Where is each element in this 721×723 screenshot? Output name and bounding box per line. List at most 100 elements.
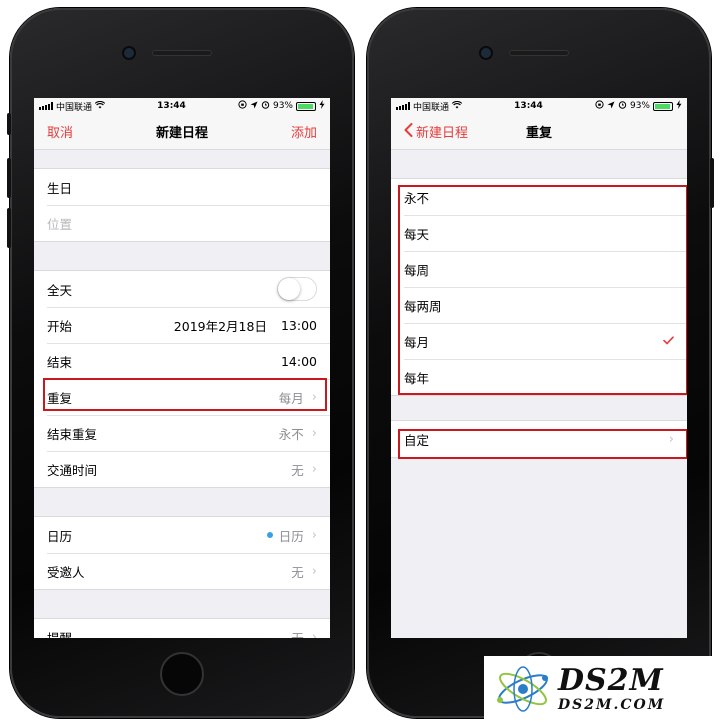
- end-row[interactable]: 结束 14:00: [34, 343, 330, 379]
- repeat-screen: 中国联通 13:44 93% 新建日程 重复 永不 每天 每周 每两周 每月 每…: [391, 98, 687, 638]
- front-camera: [481, 48, 491, 58]
- charging-icon: [319, 100, 325, 112]
- calendar-label: 日历: [47, 528, 73, 544]
- travel-time-label: 交通时间: [47, 462, 98, 478]
- option-label: 永不: [404, 190, 430, 206]
- alarm-icon: [618, 100, 627, 112]
- battery-icon: [653, 101, 673, 111]
- option-monthly[interactable]: 每月: [391, 323, 687, 359]
- status-time: 13:44: [514, 101, 543, 111]
- option-label: 每两周: [404, 298, 442, 314]
- custom-label: 自定: [404, 432, 430, 448]
- alarm-icon: [261, 100, 270, 112]
- title-location-group: 生日 位置: [34, 168, 330, 242]
- orientation-lock-icon: [595, 100, 604, 112]
- carrier-label: 中国联通: [413, 102, 450, 113]
- chevron-right-icon: ›: [668, 431, 674, 447]
- option-biweekly[interactable]: 每两周: [391, 287, 687, 323]
- charging-icon: [676, 100, 682, 112]
- earpiece-speaker: [509, 50, 569, 56]
- mute-switch: [7, 113, 11, 135]
- watermark-brand: DS2M: [558, 663, 664, 698]
- orientation-lock-icon: [238, 100, 247, 112]
- all-day-row: 全天: [34, 271, 330, 307]
- start-row[interactable]: 开始 2019年2月18日 13:00: [34, 307, 330, 343]
- all-day-label: 全天: [47, 282, 73, 298]
- chevron-right-icon: ›: [311, 461, 317, 477]
- battery-percent: 93%: [629, 101, 650, 111]
- invitees-label: 受邀人: [47, 564, 85, 580]
- start-date: 2019年2月18日: [173, 318, 267, 334]
- wifi-icon: [451, 100, 463, 112]
- alert-row[interactable]: 提醒 无 ›: [34, 619, 330, 639]
- page-title: 新建日程: [155, 126, 208, 141]
- wifi-icon: [94, 100, 106, 112]
- alert-label: 提醒: [47, 630, 73, 639]
- checkmark-icon: [663, 334, 674, 349]
- location-placeholder: 位置: [47, 216, 73, 232]
- repeat-row[interactable]: 重复 每月 ›: [34, 379, 330, 415]
- home-button[interactable]: [160, 652, 204, 696]
- carrier-label: 中国联通: [56, 102, 93, 113]
- chevron-right-icon: ›: [311, 527, 317, 543]
- repeat-value: 每月: [278, 390, 304, 406]
- earpiece-speaker: [152, 50, 212, 56]
- end-repeat-label: 结束重复: [47, 426, 98, 442]
- battery-percent: 93%: [272, 101, 293, 111]
- invitees-row[interactable]: 受邀人 无 ›: [34, 553, 330, 589]
- option-label: 每周: [404, 262, 430, 278]
- cancel-button[interactable]: 取消: [47, 122, 73, 141]
- end-repeat-row[interactable]: 结束重复 永不 ›: [34, 415, 330, 451]
- add-button[interactable]: 添加: [291, 122, 317, 141]
- end-label: 结束: [47, 354, 73, 370]
- option-daily[interactable]: 每天: [391, 215, 687, 251]
- right-phone: 中国联通 13:44 93% 新建日程 重复 永不 每天 每周 每两周 每月 每…: [367, 8, 714, 718]
- repeat-options-group: 永不 每天 每周 每两周 每月 每年: [391, 178, 687, 396]
- signal-icon: [39, 102, 53, 110]
- chevron-right-icon: ›: [311, 389, 317, 405]
- title-field[interactable]: 生日: [34, 169, 330, 205]
- volume-up-button: [7, 158, 11, 198]
- status-bar: 中国联通 13:44 93%: [391, 98, 687, 114]
- nav-bar: 取消 新建日程 添加: [34, 114, 330, 150]
- chevron-right-icon: ›: [311, 425, 317, 441]
- option-never[interactable]: 永不: [391, 179, 687, 215]
- custom-group: 自定 ›: [391, 420, 687, 458]
- custom-row[interactable]: 自定 ›: [391, 421, 687, 457]
- option-weekly[interactable]: 每周: [391, 251, 687, 287]
- calendar-color-dot: [266, 532, 273, 538]
- travel-time-value: 无: [291, 462, 304, 478]
- nav-bar: 新建日程 重复: [391, 114, 687, 150]
- option-yearly[interactable]: 每年: [391, 359, 687, 395]
- alert-group: 提醒 无 ›: [34, 618, 330, 638]
- status-time: 13:44: [157, 101, 186, 111]
- all-day-toggle[interactable]: [277, 277, 317, 301]
- location-icon: [607, 101, 615, 112]
- travel-time-row[interactable]: 交通时间 无 ›: [34, 451, 330, 487]
- back-label: 新建日程: [416, 126, 469, 141]
- calendar-row[interactable]: 日历 日历 ›: [34, 517, 330, 553]
- chevron-left-icon: [404, 122, 413, 141]
- new-event-screen: 中国联通 13:44 93% 取消 新建日程 添加 生日 位置 全天 开始 20…: [34, 98, 330, 638]
- chevron-right-icon: ›: [311, 563, 317, 579]
- alert-value: 无: [291, 630, 304, 639]
- start-time: 13:00: [280, 317, 317, 333]
- front-camera: [124, 48, 134, 58]
- battery-icon: [296, 101, 316, 111]
- option-label: 每天: [404, 226, 430, 242]
- location-field[interactable]: 位置: [34, 205, 330, 241]
- location-icon: [250, 101, 258, 112]
- repeat-label: 重复: [47, 390, 73, 406]
- end-time: 14:00: [280, 353, 317, 369]
- watermark: DS2M DS2M.COM: [484, 656, 720, 722]
- end-repeat-value: 永不: [278, 426, 304, 442]
- back-button[interactable]: 新建日程: [404, 122, 468, 141]
- power-button: [710, 158, 714, 208]
- watermark-domain: DS2M.COM: [558, 697, 666, 713]
- option-label: 每月: [404, 334, 430, 350]
- status-bar: 中国联通 13:44 93%: [34, 98, 330, 114]
- left-phone: 中国联通 13:44 93% 取消 新建日程 添加 生日 位置 全天 开始 20…: [7, 8, 354, 718]
- start-label: 开始: [47, 318, 73, 334]
- option-label: 每年: [404, 370, 430, 386]
- signal-icon: [396, 102, 410, 110]
